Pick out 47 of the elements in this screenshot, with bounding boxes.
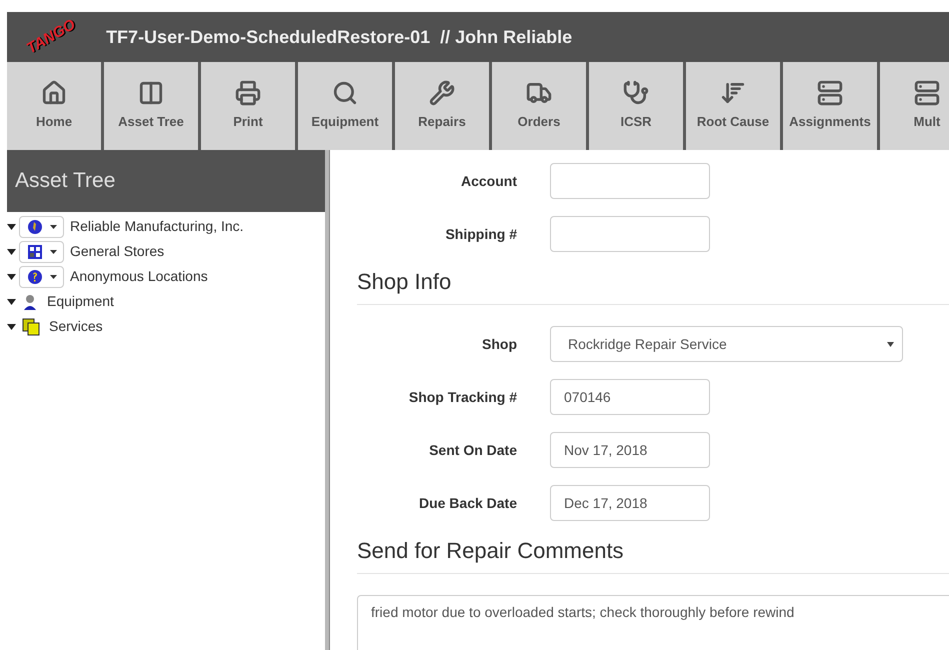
- list-icon: [914, 80, 940, 106]
- node-type-dropdown[interactable]: [19, 266, 64, 288]
- expand-arrow-icon[interactable]: [7, 248, 16, 254]
- dropdown-caret-icon: [887, 342, 894, 346]
- expand-arrow-icon[interactable]: [7, 274, 16, 280]
- field-label: Shop: [481, 334, 517, 354]
- comments-textarea[interactable]: fried motor due to overloaded starts; check thoroughly before rewind: [357, 595, 949, 650]
- tree-item[interactable]: Reliable Manufacturing, Inc.: [70, 216, 244, 237]
- person-icon: [22, 292, 38, 310]
- shelves-icon: [26, 244, 42, 260]
- text-field[interactable]: Nov 17, 2018: [550, 432, 710, 468]
- field-label: Sent On Date: [428, 440, 517, 460]
- node-type-dropdown[interactable]: [19, 240, 64, 262]
- shop-select[interactable]: Rockridge Repair Service: [550, 326, 903, 362]
- field-label: Account: [460, 172, 517, 190]
- wrench-icon: [429, 80, 455, 106]
- tree-item[interactable]: Equipment: [47, 291, 114, 312]
- node-type-dropdown[interactable]: [19, 216, 64, 238]
- documents-icon: [22, 318, 40, 336]
- expand-arrow-icon[interactable]: [7, 324, 16, 330]
- expand-arrow-icon[interactable]: [7, 298, 16, 304]
- sidebar-title: Asset Tree: [15, 168, 116, 194]
- question-globe-icon: [26, 268, 42, 284]
- section-heading: Send for Repair Comments: [357, 534, 949, 574]
- section-heading: Shop Info: [357, 265, 949, 305]
- field-label: Shipping #: [444, 224, 517, 244]
- caret-icon: [50, 224, 56, 228]
- search-icon: [332, 80, 358, 106]
- window-title: TF7-User-Demo-ScheduledRestore-01 // John Reliable: [106, 26, 572, 48]
- text-field[interactable]: [550, 216, 710, 252]
- columns-icon: [138, 80, 164, 106]
- expand-arrow-icon[interactable]: [7, 224, 16, 230]
- print-icon: [235, 80, 261, 106]
- tree-item[interactable]: Services: [49, 316, 103, 337]
- field-label: Shop Tracking #: [408, 388, 517, 407]
- caret-icon: [50, 274, 56, 278]
- text-field[interactable]: Dec 17, 2018: [550, 485, 710, 521]
- text-field[interactable]: [550, 163, 710, 199]
- list-icon: [817, 80, 843, 106]
- stethoscope-icon: [623, 80, 649, 106]
- tree-item[interactable]: General Stores: [70, 241, 164, 262]
- field-label: Due Back Date: [418, 494, 517, 512]
- home-icon: [41, 80, 67, 106]
- globe-icon: [26, 218, 42, 234]
- text-field[interactable]: 070146: [550, 379, 710, 415]
- tree-item[interactable]: Anonymous Locations: [70, 266, 208, 287]
- caret-icon: [50, 250, 56, 254]
